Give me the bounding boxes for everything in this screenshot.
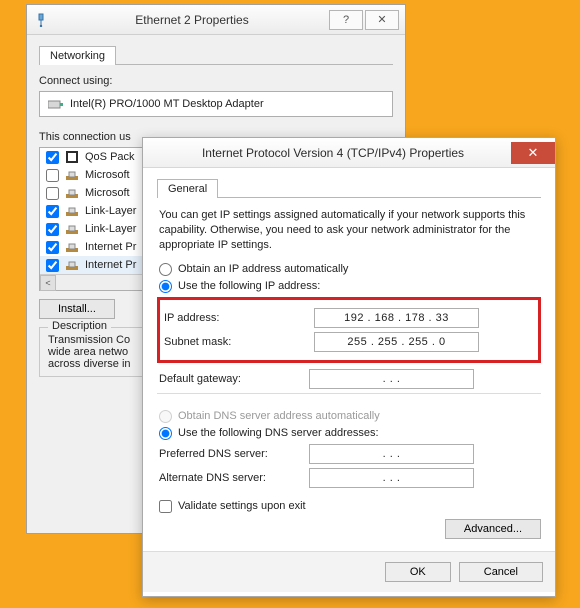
radio-obtain-dns-input: [159, 410, 172, 423]
protocol-icon: [65, 240, 79, 254]
front-tabbar: General: [157, 176, 541, 198]
subnet-mask-label: Subnet mask:: [164, 336, 314, 348]
dialog-footer: OK Cancel: [143, 551, 555, 592]
preferred-dns-field[interactable]: . . .: [309, 444, 474, 464]
qos-icon: [65, 150, 79, 164]
item-checkbox[interactable]: [46, 187, 59, 200]
tab-general[interactable]: General: [157, 179, 218, 198]
default-gateway-label: Default gateway:: [159, 373, 309, 385]
ip-address-field[interactable]: 192 . 168 . 178 . 33: [314, 308, 479, 328]
help-button[interactable]: ?: [329, 10, 363, 30]
install-button[interactable]: Install...: [39, 299, 115, 319]
default-gateway-field[interactable]: . . .: [309, 369, 474, 389]
protocol-icon: [65, 168, 79, 182]
front-titlebar: Internet Protocol Version 4 (TCP/IPv4) P…: [143, 138, 555, 168]
validate-settings-row[interactable]: Validate settings upon exit: [159, 500, 539, 513]
radio-use-dns-input[interactable]: [159, 427, 172, 440]
protocol-icon: [65, 204, 79, 218]
info-text: You can get IP settings assigned automat…: [159, 208, 539, 253]
front-window-title: Internet Protocol Version 4 (TCP/IPv4) P…: [155, 146, 511, 160]
description-legend: Description: [48, 320, 111, 332]
close-button-back[interactable]: ✕: [365, 10, 399, 30]
alternate-dns-label: Alternate DNS server:: [159, 472, 309, 484]
back-tabbar: Networking: [39, 43, 393, 65]
ipv4-properties-window: Internet Protocol Version 4 (TCP/IPv4) P…: [142, 137, 556, 597]
adapter-name: Intel(R) PRO/1000 MT Desktop Adapter: [70, 98, 264, 110]
protocol-icon: [65, 258, 79, 272]
protocol-icon: [65, 186, 79, 200]
radio-use-dns[interactable]: Use the following DNS server addresses:: [159, 427, 539, 440]
ok-button[interactable]: OK: [385, 562, 451, 582]
connect-using-label: Connect using:: [39, 75, 393, 87]
item-checkbox[interactable]: [46, 259, 59, 272]
tab-networking[interactable]: Networking: [39, 46, 116, 65]
radio-obtain-dns: Obtain DNS server address automatically: [159, 410, 539, 423]
radio-obtain-ip[interactable]: Obtain an IP address automatically: [159, 263, 539, 276]
item-checkbox[interactable]: [46, 205, 59, 218]
advanced-button[interactable]: Advanced...: [445, 519, 541, 539]
back-titlebar: Ethernet 2 Properties ? ✕: [27, 5, 405, 35]
protocol-icon: [65, 222, 79, 236]
item-checkbox[interactable]: [46, 169, 59, 182]
radio-obtain-ip-input[interactable]: [159, 263, 172, 276]
network-adapter-icon: [48, 98, 64, 110]
close-icon: ✕: [528, 145, 539, 161]
preferred-dns-label: Preferred DNS server:: [159, 448, 309, 460]
adapter-selector[interactable]: Intel(R) PRO/1000 MT Desktop Adapter: [39, 91, 393, 117]
back-window-title: Ethernet 2 Properties: [57, 13, 327, 27]
item-checkbox[interactable]: [46, 223, 59, 236]
highlighted-ip-fields: IP address: 192 . 168 . 178 . 33 Subnet …: [157, 297, 541, 363]
cancel-button[interactable]: Cancel: [459, 562, 543, 582]
item-checkbox[interactable]: [46, 151, 59, 164]
radio-use-ip[interactable]: Use the following IP address:: [159, 280, 539, 293]
subnet-mask-field[interactable]: 255 . 255 . 255 . 0: [314, 332, 479, 352]
ip-address-label: IP address:: [164, 312, 314, 324]
close-button-front[interactable]: ✕: [511, 142, 555, 164]
validate-checkbox[interactable]: [159, 500, 172, 513]
scroll-left-icon[interactable]: <: [40, 275, 56, 291]
radio-use-ip-input[interactable]: [159, 280, 172, 293]
alternate-dns-field[interactable]: . . .: [309, 468, 474, 488]
item-checkbox[interactable]: [46, 241, 59, 254]
ethernet-icon: [33, 12, 49, 28]
